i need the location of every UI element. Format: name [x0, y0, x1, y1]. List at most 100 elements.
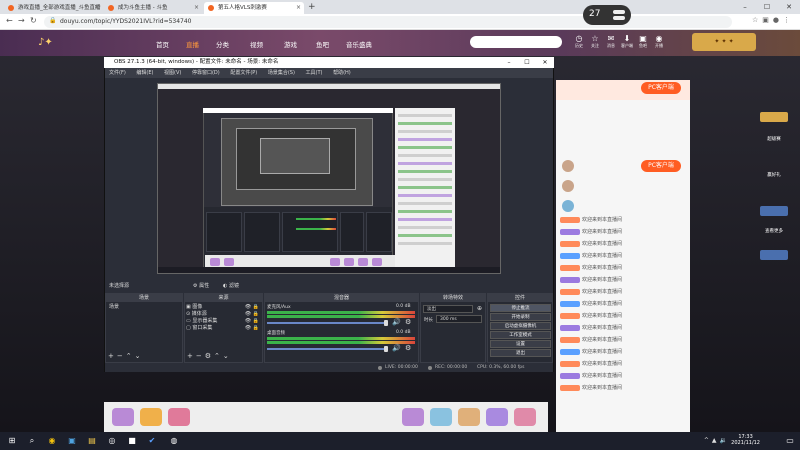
tab-ivl-event[interactable]: 第五人格VLS刺激赛 × [204, 2, 304, 14]
menu-help[interactable]: 帮助(H) [333, 70, 351, 76]
star-icon[interactable]: ☆ [752, 16, 762, 24]
remove-icon[interactable]: − [117, 352, 126, 360]
start-recording-button[interactable]: 开始录制 [490, 313, 551, 321]
gift-item[interactable] [458, 408, 480, 426]
right-strip-box[interactable] [760, 250, 788, 260]
close-tab-icon[interactable]: × [94, 2, 99, 14]
back-icon[interactable]: ← [6, 16, 13, 25]
app-icon[interactable]: ✔ [146, 435, 158, 447]
volume-slider[interactable] [267, 322, 387, 324]
remove-icon[interactable]: − [196, 352, 205, 360]
add-icon[interactable]: ⊕ [477, 305, 482, 312]
network-icon[interactable]: ▲ [712, 437, 720, 444]
gear-icon[interactable]: ⚙ [405, 318, 411, 326]
message-icon[interactable]: ✉ 消息 [604, 34, 618, 49]
volume-icon[interactable]: 🔉 [720, 437, 730, 444]
move-down-icon[interactable]: ⌄ [135, 352, 144, 360]
extensions-icon[interactable]: ▣ [762, 16, 773, 24]
add-icon[interactable]: + [108, 352, 117, 360]
scene-item[interactable]: 场景 [107, 304, 181, 311]
gift-item[interactable] [140, 408, 162, 426]
gear-icon[interactable]: ⚙ [205, 352, 214, 360]
obs-title-bar[interactable]: OBS 27.1.3 (64-bit, windows) - 配置文件: 未命名… [104, 57, 554, 68]
folder-icon[interactable]: ▤ [86, 435, 98, 447]
app-icon[interactable]: ▣ [66, 435, 78, 447]
gift-item[interactable] [168, 408, 190, 426]
volume-slider-handle[interactable] [384, 320, 388, 326]
right-strip-item[interactable]: 查看更多 [756, 228, 792, 234]
move-up-icon[interactable]: ⌃ [126, 352, 135, 360]
close-icon[interactable]: ✕ [778, 0, 800, 14]
obs-icon[interactable]: ◍ [168, 435, 180, 447]
follow-icon[interactable]: ☆ 关注 [588, 34, 602, 49]
history-icon[interactable]: ◷ 历史 [572, 34, 586, 49]
douyu-logo[interactable]: ♪✦ [38, 37, 53, 48]
avatar[interactable] [562, 160, 574, 172]
volume-slider-handle[interactable] [384, 346, 388, 352]
volume-slider[interactable] [267, 348, 387, 350]
timer-pause-icon[interactable] [613, 10, 625, 14]
gift-item[interactable] [514, 408, 536, 426]
nav-home[interactable]: 首页 [156, 39, 169, 49]
duration-input[interactable]: 300 ms [436, 315, 482, 323]
visibility-lock-icon[interactable]: 👁 🔒 [245, 325, 259, 332]
notifications-icon[interactable]: ▭ [784, 435, 796, 447]
speaker-icon[interactable]: 🔊 [392, 344, 401, 352]
broadcast-icon[interactable]: ◉ 开播 [652, 34, 666, 49]
source-item[interactable]: ▭ 显示器采集 👁 🔒 [186, 318, 261, 325]
add-icon[interactable]: + [187, 352, 196, 360]
nav-video[interactable]: 视频 [250, 39, 263, 49]
search-icon[interactable]: ⌕ [26, 435, 38, 447]
close-tab-icon[interactable]: × [194, 2, 199, 14]
clock[interactable]: 17:33 2021/11/12 [731, 434, 760, 446]
promo-banner[interactable]: ✦ ✦ ✦ [692, 33, 756, 51]
profile-icon[interactable]: ● [773, 16, 783, 24]
nav-game[interactable]: 游戏 [284, 39, 297, 49]
timer-stop-icon[interactable] [613, 16, 625, 20]
start-virtual-camera-button[interactable]: 启动虚拟摄像机 [490, 322, 551, 330]
stop-streaming-button[interactable]: 停止推流 [490, 304, 551, 312]
menu-view[interactable]: 视图(V) [164, 70, 181, 76]
gift-item[interactable] [430, 408, 452, 426]
gift-item[interactable] [486, 408, 508, 426]
tab-become-streamer[interactable]: 成为斗鱼主播 - 斗鱼 × [104, 2, 202, 14]
source-item[interactable]: ⊙ 媒体源 👁 🔒 [186, 311, 261, 318]
filters-button[interactable]: ◐ 滤镜 [223, 282, 239, 291]
right-strip-item[interactable]: 赢好礼 [756, 172, 792, 178]
right-strip-item[interactable]: 超级赛 [756, 136, 792, 142]
gift-item[interactable] [112, 408, 134, 426]
nav-fishbar[interactable]: 鱼吧 [316, 39, 329, 49]
avatar[interactable] [562, 200, 574, 212]
visibility-lock-icon[interactable]: 👁 🔒 [245, 311, 259, 318]
nav-category[interactable]: 分类 [216, 39, 229, 49]
close-tab-icon[interactable]: × [296, 2, 301, 14]
visibility-lock-icon[interactable]: 👁 🔒 [245, 318, 259, 325]
nav-music[interactable]: 音乐盛典 [346, 39, 372, 49]
tab-game-live[interactable]: 游戏直播_全部游戏直播_斗鱼直播 × [4, 2, 102, 14]
transition-select[interactable]: 淡出 [423, 305, 473, 313]
avatar[interactable] [562, 180, 574, 192]
menu-docks[interactable]: 停靠窗口(D) [192, 70, 220, 76]
event-badge[interactable] [760, 112, 788, 122]
menu-scene-collection[interactable]: 场景集合(S) [268, 70, 295, 76]
move-up-icon[interactable]: ⌃ [214, 352, 223, 360]
new-tab-button[interactable]: + [308, 2, 316, 12]
reload-icon[interactable]: ↻ [30, 16, 37, 25]
minimize-icon[interactable]: – [500, 57, 518, 68]
pc-client-button-2[interactable]: PC客户端 [641, 160, 681, 172]
settings-button[interactable]: 设置 [490, 340, 551, 348]
speaker-icon[interactable]: 🔊 [392, 318, 401, 326]
fishbar-icon[interactable]: ▣ 鱼吧 [636, 34, 650, 49]
chrome-icon[interactable]: ◉ [46, 435, 58, 447]
menu-tools[interactable]: 工具(T) [306, 70, 323, 76]
app-icon[interactable]: ■ [126, 435, 138, 447]
menu-edit[interactable]: 编辑(E) [136, 70, 153, 76]
source-item[interactable]: ▢ 窗口采集 👁 🔒 [186, 325, 261, 332]
chevron-up-icon[interactable]: ^ [704, 437, 712, 444]
close-icon[interactable]: ✕ [536, 57, 554, 68]
pc-client-button[interactable]: PC客户端 [641, 82, 681, 94]
download-icon[interactable]: ⬇ 客户端 [620, 34, 634, 49]
windows-start-icon[interactable]: ⊞ [6, 435, 18, 447]
move-down-icon[interactable]: ⌄ [223, 352, 232, 360]
gear-icon[interactable]: ⚙ [405, 344, 411, 352]
